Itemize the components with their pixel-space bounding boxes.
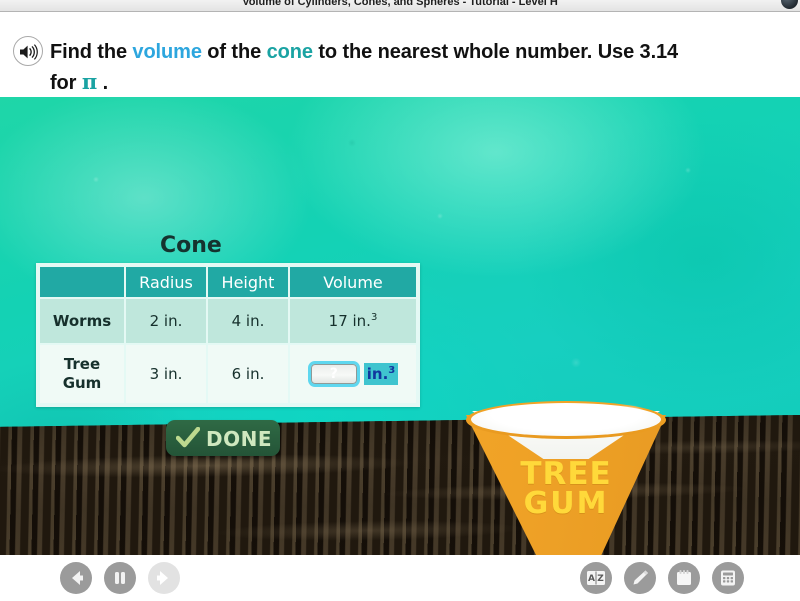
table-corner-cell <box>40 267 124 297</box>
window-titlebar: Volume of Cylinders, Cones, and Spheres … <box>0 0 800 12</box>
pause-button[interactable] <box>104 562 136 594</box>
cone-brand-label: TREE GUM <box>466 459 666 519</box>
speaker-icon[interactable] <box>13 36 43 66</box>
answer-unit: in.3 <box>363 363 399 385</box>
worms-volume: 17 in.3 <box>290 299 416 343</box>
treegum-radius: 3 in. <box>126 345 206 403</box>
row-label-worms: Worms <box>40 299 124 343</box>
notepad-icon[interactable] <box>668 562 700 594</box>
answer-unit-exponent: 3 <box>388 365 396 376</box>
question-text-part2: of the <box>201 41 267 63</box>
calculator-icon[interactable] <box>712 562 744 594</box>
cone-brand-line2: GUM <box>523 486 609 521</box>
row-label-tree-gum-line1: Tree <box>63 355 101 373</box>
pencil-icon[interactable] <box>624 562 656 594</box>
question-text-part3: to the nearest whole number. Use 3.14 <box>312 41 679 63</box>
header-radius: Radius <box>126 267 206 297</box>
treegum-height: 6 in. <box>208 345 288 403</box>
done-button-label: DONE <box>206 427 273 451</box>
svg-text:Z: Z <box>597 574 604 584</box>
keyword-cone: cone <box>266 41 313 63</box>
table-header-row: Radius Height Volume <box>40 267 416 297</box>
table-row: Tree Gum 3 in. 6 in. ? in.3 <box>40 345 416 403</box>
window-title: Volume of Cylinders, Cones, and Spheres … <box>242 0 558 8</box>
worms-volume-value: 17 in. <box>328 312 371 330</box>
tutorial-page: Volume of Cylinders, Cones, and Spheres … <box>0 0 800 601</box>
forward-button[interactable] <box>148 562 180 594</box>
cone-illustration: TREE GUM <box>466 397 666 555</box>
worms-radius: 2 in. <box>126 299 206 343</box>
table-row: Worms 2 in. 4 in. 17 in.3 <box>40 299 416 343</box>
worms-volume-exponent: 3 <box>370 312 378 323</box>
row-label-tree-gum-line2: Gum <box>62 374 102 392</box>
answer-unit-text: in. <box>366 365 389 383</box>
question-text-line2-part1: for <box>50 72 82 94</box>
cone-brand-line1: TREE <box>520 456 612 492</box>
header-volume: Volume <box>290 267 416 297</box>
wood-grain-texture <box>0 414 800 555</box>
dictionary-icon[interactable]: A Z <box>580 562 612 594</box>
done-button[interactable]: DONE <box>166 420 280 456</box>
cone-data-table: Radius Height Volume Worms 2 in. 4 in. 1… <box>36 263 420 407</box>
svg-text:A: A <box>588 574 595 584</box>
question-text-line2-part2: . <box>97 72 109 94</box>
answer-input[interactable]: ? <box>307 361 360 387</box>
header-height: Height <box>208 267 288 297</box>
question-text-part1: Find the <box>50 41 133 63</box>
answer-placeholder: ? <box>329 366 338 382</box>
treegum-volume-cell: ? in.3 <box>290 345 416 403</box>
table-caption: Cone <box>160 233 222 258</box>
row-label-tree-gum: Tree Gum <box>40 345 124 403</box>
scene-stage: TREE GUM Cone Radius Height Volume Worms… <box>0 97 800 555</box>
question-panel: Find the volume of the cone to the neare… <box>0 13 800 97</box>
question-text: Find the volume of the cone to the neare… <box>50 37 785 98</box>
back-button[interactable] <box>60 562 92 594</box>
worms-height: 4 in. <box>208 299 288 343</box>
wooden-table-surface <box>0 414 800 555</box>
bottom-toolbar: 43% Complete A Z <box>0 555 800 601</box>
pi-symbol: π <box>81 69 98 94</box>
check-icon <box>175 426 201 454</box>
keyword-volume: volume <box>132 41 202 63</box>
